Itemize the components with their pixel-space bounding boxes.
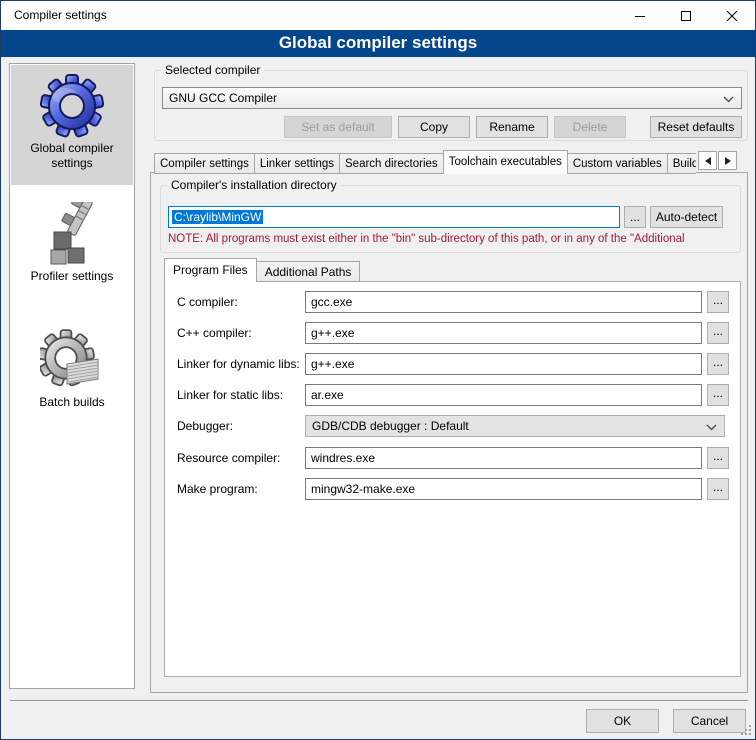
field-input-linker-for-static-libs[interactable]: ar.exe — [305, 384, 702, 406]
field-label-resource-compiler: Resource compiler: — [177, 447, 280, 469]
field-value: ar.exe — [311, 388, 344, 402]
field-input-c-compiler[interactable]: g++.exe — [305, 322, 702, 344]
blue-gear-icon — [40, 74, 104, 138]
tab-compiler-settings[interactable]: Compiler settings — [154, 153, 255, 174]
title-bar: Compiler settings — [1, 1, 755, 30]
browse-button[interactable]: ... — [707, 447, 729, 469]
field-value: g++.exe — [311, 326, 354, 340]
browse-button[interactable]: ... — [707, 384, 729, 406]
tab-program-files[interactable]: Program Files — [164, 258, 257, 282]
sidebar: Global compiler settings Profiler settin… — [9, 63, 135, 689]
triangle-right-icon — [725, 157, 731, 165]
caliper-icon — [40, 202, 104, 266]
field-label-debugger: Debugger: — [177, 415, 233, 437]
installation-directory-input[interactable]: C:\raylib\MinGW — [168, 206, 620, 228]
sidebar-item-label: Batch builds — [11, 392, 133, 410]
field-input-resource-compiler[interactable]: windres.exe — [305, 447, 702, 469]
toolchain-row: Make program: mingw32-make.exe... — [165, 478, 740, 500]
minimize-button[interactable] — [617, 1, 663, 30]
directory-note: NOTE: All programs must exist either in … — [168, 233, 739, 245]
rename-button[interactable]: Rename — [476, 116, 548, 138]
chevron-down-icon — [706, 424, 717, 431]
delete-button: Delete — [554, 116, 626, 138]
auto-detect-button[interactable]: Auto-detect — [650, 206, 723, 228]
tab-scroll-left-button[interactable] — [698, 151, 717, 170]
footer-divider-highlight — [10, 701, 748, 702]
field-label-linker-for-static-libs: Linker for static libs: — [177, 384, 283, 406]
field-label-linker-for-dynamic-libs: Linker for dynamic libs: — [177, 353, 300, 375]
field-input-c-compiler[interactable]: gcc.exe — [305, 291, 702, 313]
sidebar-item-profiler-settings[interactable]: Profiler settings — [11, 198, 133, 302]
field-label-c-compiler: C++ compiler: — [177, 322, 252, 344]
resize-grip[interactable] — [740, 724, 752, 736]
compiler-settings-dialog: Compiler settings Global compiler settin… — [0, 0, 756, 740]
browse-button[interactable]: ... — [707, 322, 729, 344]
field-label-c-compiler: C compiler: — [177, 291, 238, 313]
toolchain-row: C compiler: gcc.exe... — [165, 291, 740, 313]
field-value: windres.exe — [311, 451, 375, 465]
selected-path-text: C:\raylib\MinGW — [172, 210, 263, 224]
tab-custom-variables[interactable]: Custom variables — [567, 153, 668, 174]
browse-directory-button[interactable]: ... — [624, 206, 646, 228]
page-title: Global compiler settings — [1, 30, 755, 57]
group-label: Selected compiler — [161, 63, 264, 78]
tab-linker-settings[interactable]: Linker settings — [254, 153, 340, 174]
tab-scroll-right-button[interactable] — [718, 151, 737, 170]
sidebar-item-batch-builds[interactable]: Batch builds — [11, 316, 133, 431]
field-value: gcc.exe — [311, 295, 352, 309]
close-icon — [727, 11, 737, 21]
top-tab-strip: Compiler settingsLinker settingsSearch d… — [154, 150, 696, 174]
toolchain-row: Linker for static libs: ar.exe... — [165, 384, 740, 406]
chevron-down-icon — [723, 96, 734, 103]
sidebar-item-global-compiler-settings[interactable]: Global compiler settings — [11, 65, 133, 185]
copy-button[interactable]: Copy — [398, 116, 470, 138]
program-files-panel: C compiler: gcc.exe... C++ compiler: g++.ex… — [164, 281, 741, 677]
maximize-button[interactable] — [663, 1, 709, 30]
field-value: mingw32-make.exe — [311, 482, 415, 496]
sidebar-item-label: Global compiler settings — [11, 138, 133, 171]
field-input-make-program[interactable]: mingw32-make.exe — [305, 478, 702, 500]
selected-compiler-group: Selected compiler GNU GCC Compiler Set a… — [154, 70, 748, 141]
combo-value: GDB/CDB debugger : Default — [312, 419, 469, 433]
maximize-icon — [681, 11, 691, 21]
compiler-combo-value: GNU GCC Compiler — [169, 91, 277, 105]
tab-search-directories[interactable]: Search directories — [339, 153, 444, 174]
tab-additional-paths[interactable]: Additional Paths — [256, 261, 361, 282]
tab-toolchain-executables[interactable]: Toolchain executables — [443, 150, 568, 174]
gray-gear-stack-icon — [40, 328, 104, 392]
field-label-make-program: Make program: — [177, 478, 258, 500]
window-title: Compiler settings — [14, 1, 107, 30]
compiler-combo[interactable]: GNU GCC Compiler — [162, 87, 742, 109]
minimize-icon — [635, 11, 645, 21]
browse-button[interactable]: ... — [707, 291, 729, 313]
field-value: g++.exe — [311, 357, 354, 371]
toolchain-row: Linker for dynamic libs: g++.exe... — [165, 353, 740, 375]
debugger-combo[interactable]: GDB/CDB debugger : Default — [305, 415, 725, 437]
tab-build-options[interactable]: Build options — [667, 153, 696, 174]
field-input-linker-for-dynamic-libs[interactable]: g++.exe — [305, 353, 702, 375]
browse-button[interactable]: ... — [707, 478, 729, 500]
browse-button[interactable]: ... — [707, 353, 729, 375]
ok-button[interactable]: OK — [586, 709, 659, 733]
reset-defaults-button[interactable]: Reset defaults — [650, 116, 742, 138]
group-label: Compiler's installation directory — [167, 178, 341, 193]
toolchain-row: Debugger: GDB/CDB debugger : Default — [165, 415, 740, 437]
inner-tab-strip: Program FilesAdditional Paths — [164, 258, 359, 282]
toolchain-row: Resource compiler: windres.exe... — [165, 447, 740, 469]
close-button[interactable] — [709, 1, 755, 30]
sidebar-item-label: Profiler settings — [11, 266, 133, 284]
triangle-left-icon — [705, 157, 711, 165]
set-as-default-button: Set as default — [284, 116, 392, 138]
cancel-button[interactable]: Cancel — [673, 709, 746, 733]
toolchain-row: C++ compiler: g++.exe... — [165, 322, 740, 344]
